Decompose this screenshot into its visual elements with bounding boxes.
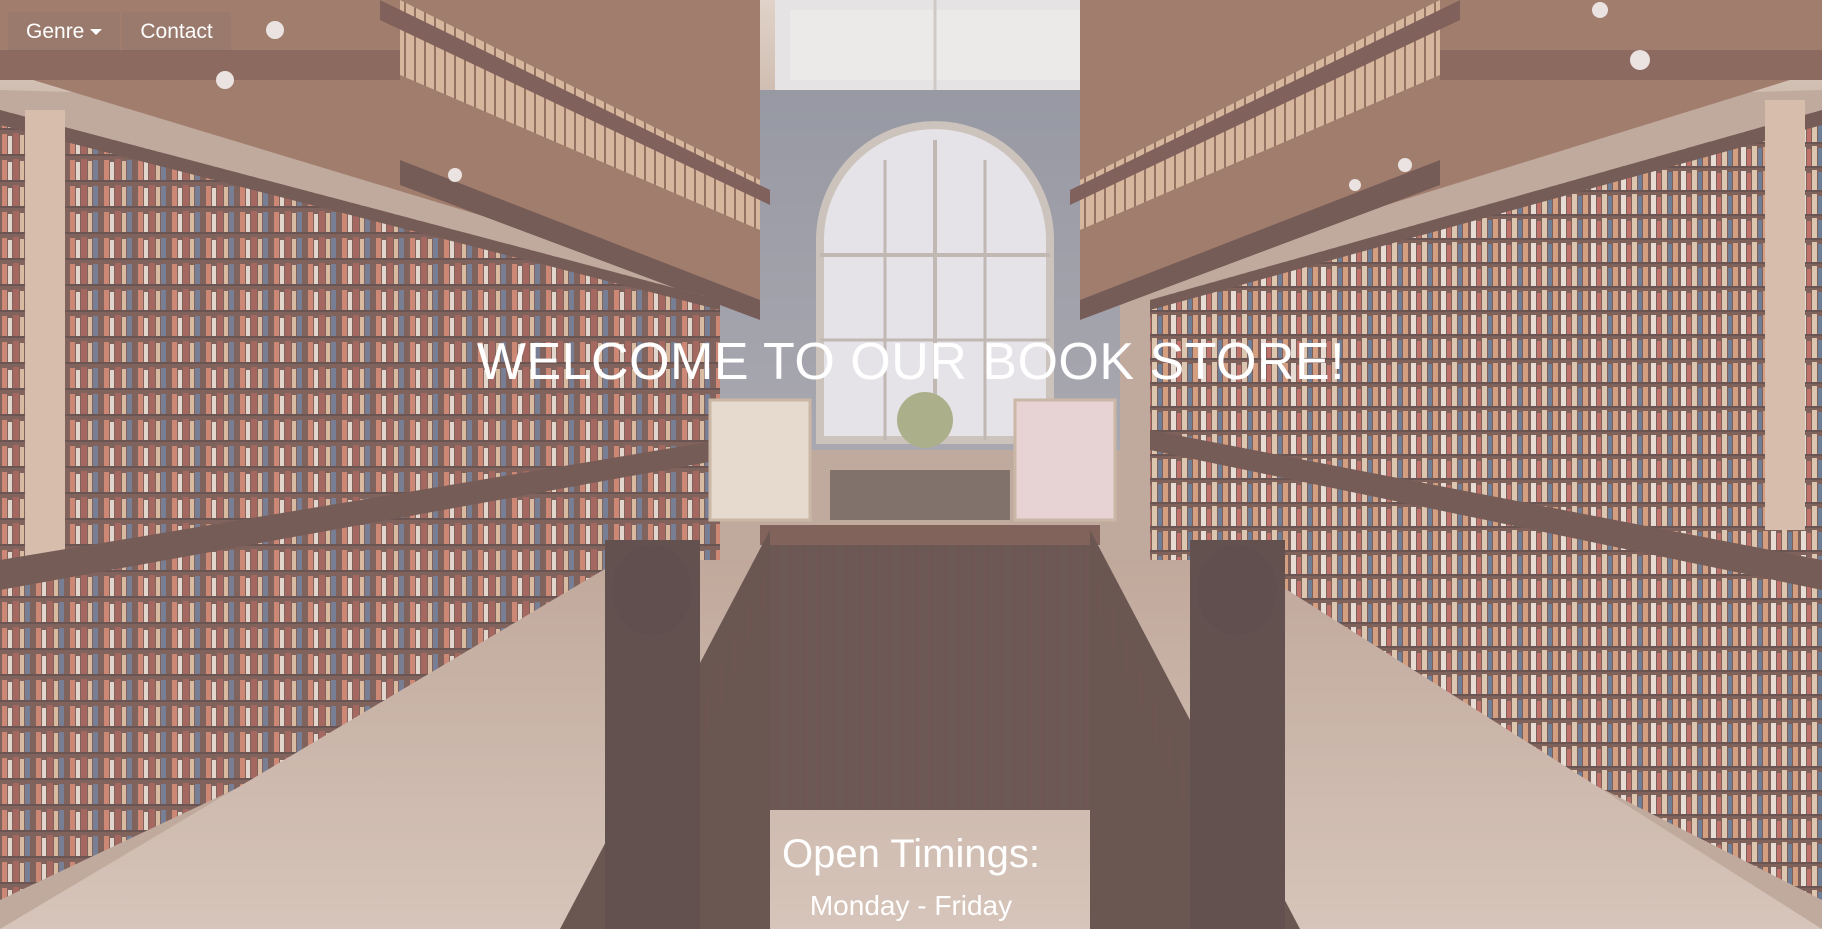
nav-contact-label: Contact [140,20,213,43]
nav-genre-label: Genre [26,20,85,43]
open-timings-heading: Open Timings: [782,832,1040,876]
page-title: WELCOME TO OUR BOOK STORE! [476,333,1346,391]
image-overlay [0,0,1822,929]
nav-genre-dropdown[interactable]: Genre [8,12,121,52]
hero-section: Genre Contact WELCOME TO OUR BOOK STORE!… [0,0,1822,929]
caret-down-icon [90,29,103,35]
nav-contact-link[interactable]: Contact [122,12,231,52]
navbar: Genre Contact [0,0,233,64]
open-timings-days: Monday - Friday [809,890,1013,921]
